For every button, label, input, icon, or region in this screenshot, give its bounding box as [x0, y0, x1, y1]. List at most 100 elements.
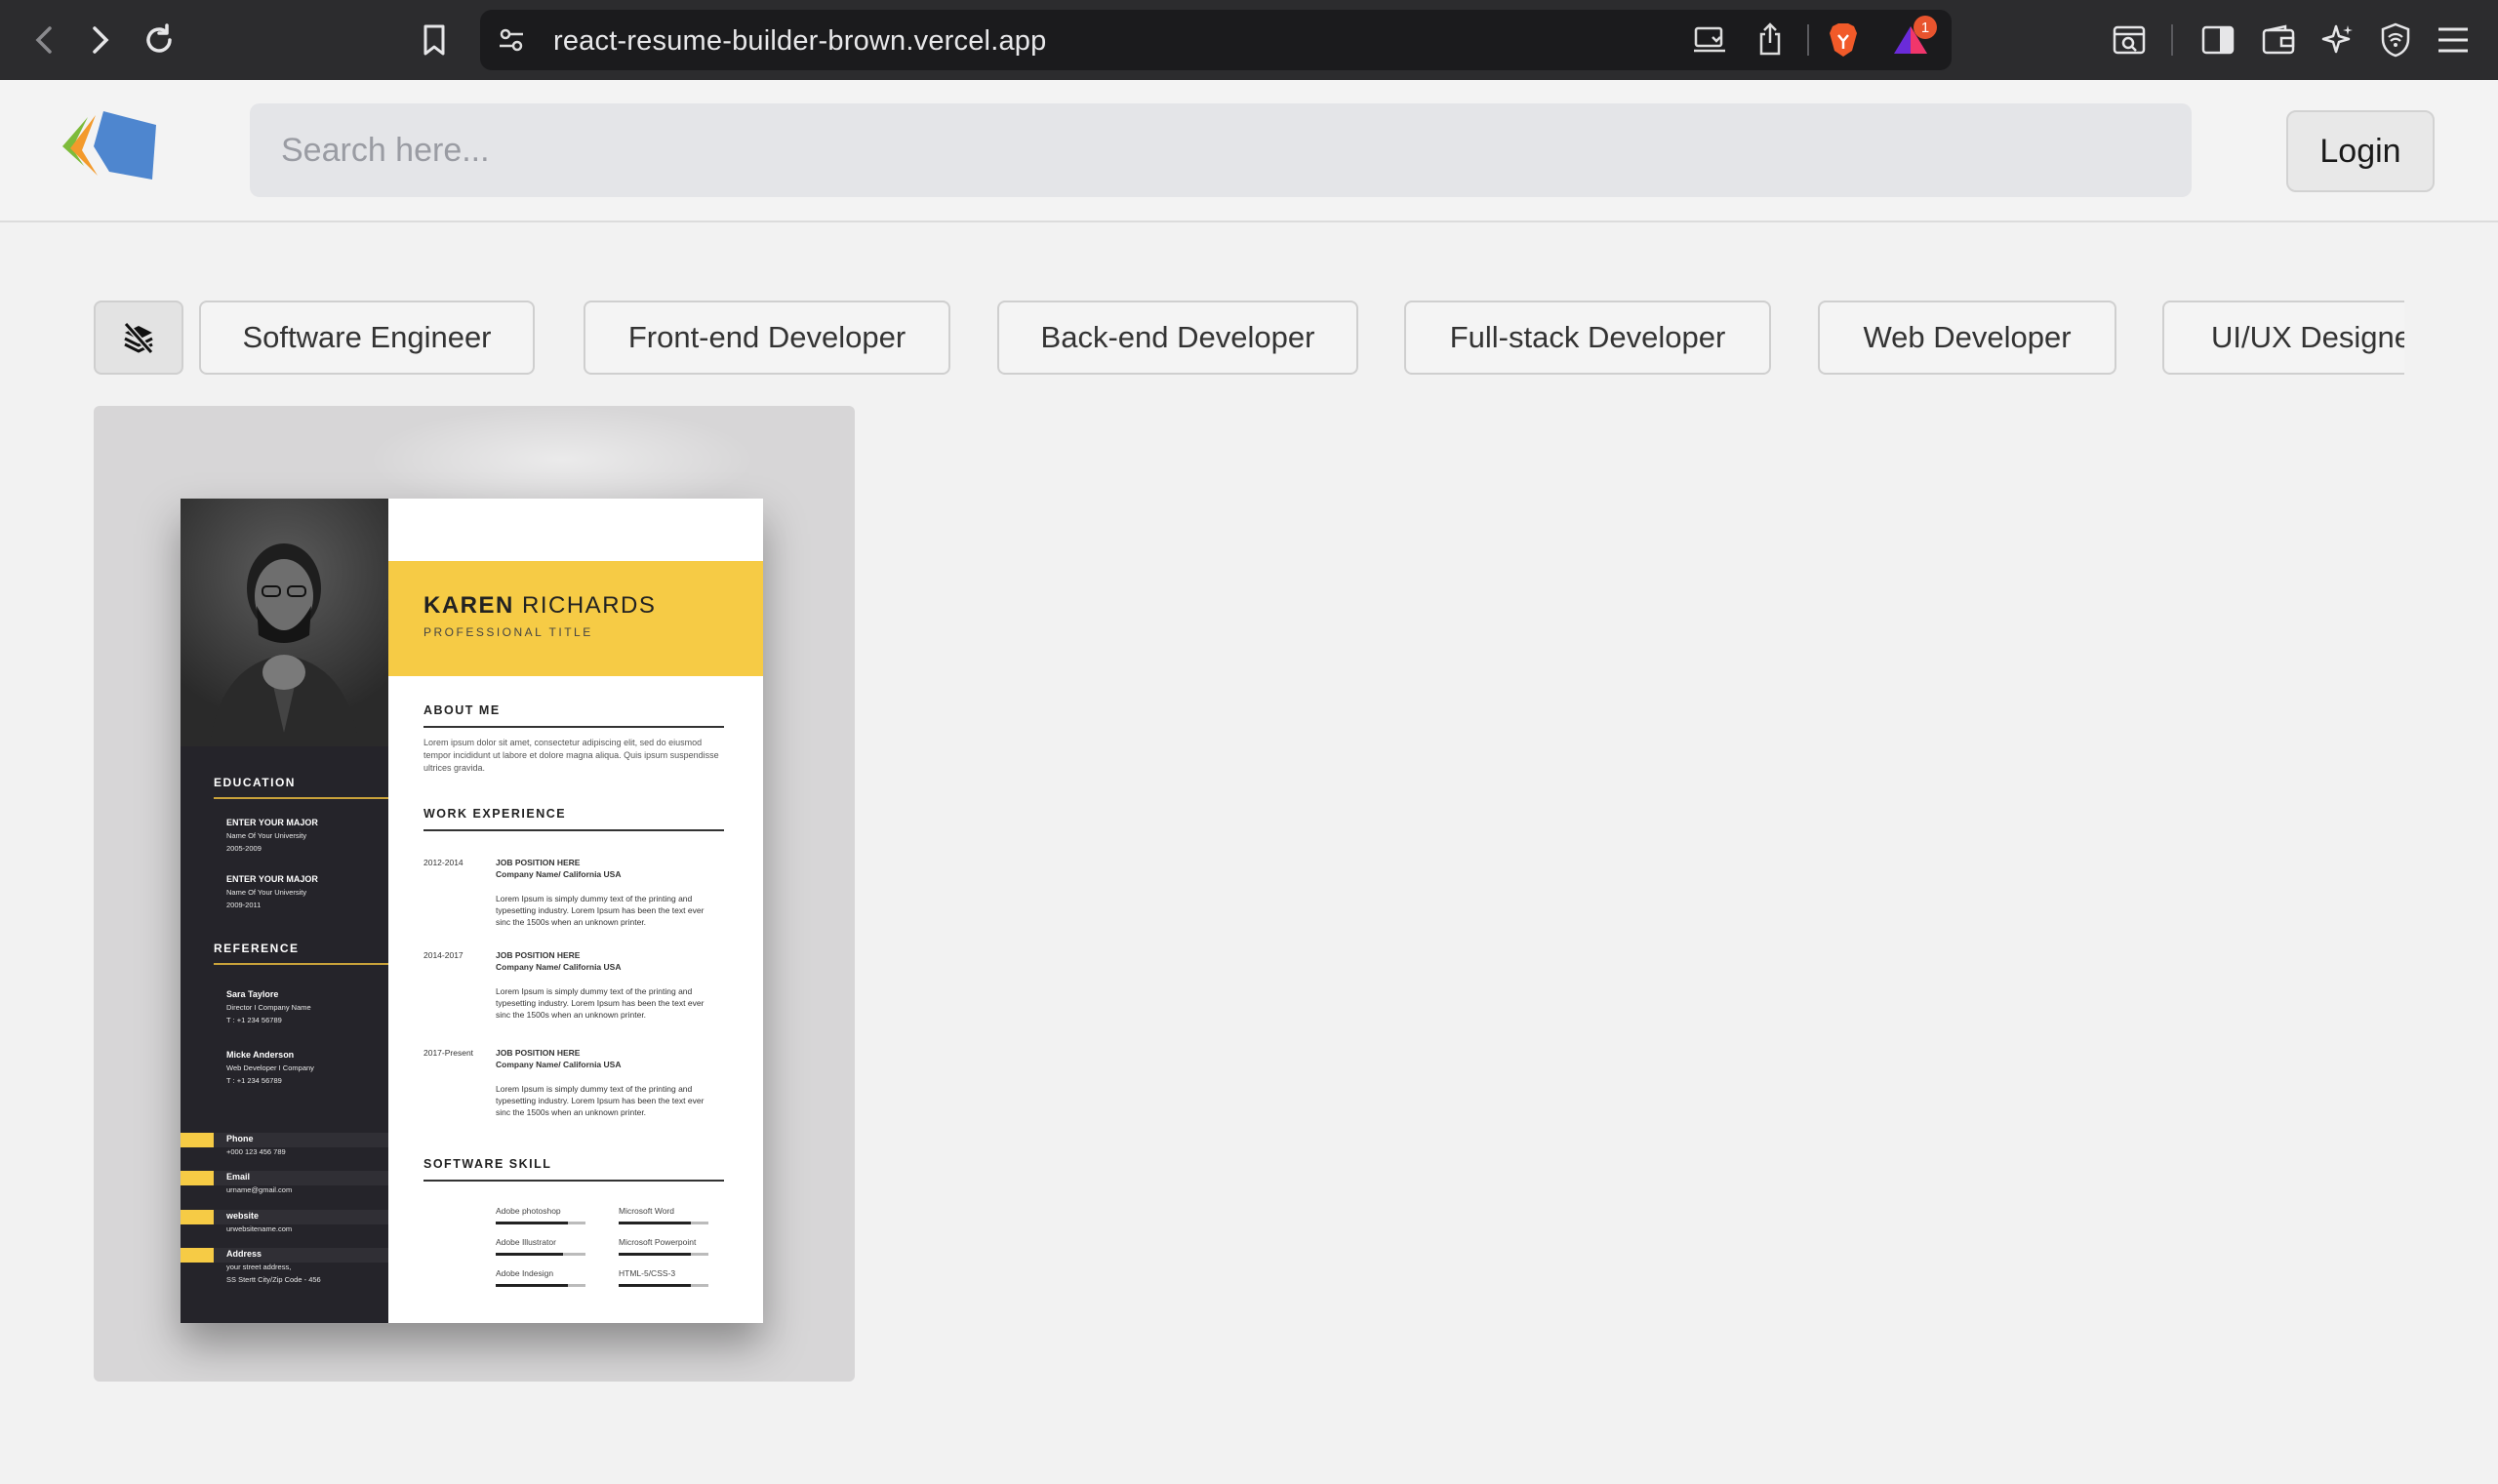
name-banner: KAREN RICHARDS PROFESSIONAL TITLE [388, 561, 763, 676]
reference-phone: T : +1 234 56789 [226, 1076, 282, 1085]
education-major: ENTER YOUR MAJOR [226, 818, 318, 827]
contact-value: SS Stertt City/Zip Code - 456 [226, 1275, 321, 1284]
filter-back-end-developer[interactable]: Back-end Developer [997, 301, 1358, 375]
contact-marker [181, 1210, 214, 1224]
site-settings-icon [500, 28, 523, 52]
contact-marker [181, 1133, 214, 1147]
back-button[interactable] [21, 18, 66, 62]
brave-shields-icon[interactable] [1827, 21, 1860, 59]
education-major: ENTER YOUR MAJOR [226, 874, 318, 884]
about-text: Lorem ipsum dolor sit amet, consectetur … [423, 738, 719, 773]
skill-level-bar [496, 1222, 568, 1224]
template-card[interactable]: EDUCATION ENTER YOUR MAJOR Name Of Your … [94, 406, 855, 1382]
wallet-icon[interactable] [2262, 24, 2295, 56]
job-position: JOB POSITION HERE [496, 858, 581, 867]
category-filters: Software Engineer Front-end Developer Ba… [94, 301, 2404, 377]
skill-divider [423, 1180, 724, 1182]
contact-website: website urwebsitename.com [226, 1210, 292, 1235]
toolbar-separator [2171, 24, 2173, 56]
job-description: Lorem Ipsum is simply dummy text of the … [496, 894, 705, 927]
contact-value: urname@gmail.com [226, 1185, 293, 1194]
reload-icon [146, 23, 172, 53]
resume-preview: EDUCATION ENTER YOUR MAJOR Name Of Your … [181, 499, 763, 1323]
contact-phone: Phone +000 123 456 789 [226, 1133, 286, 1158]
filter-full-stack-developer[interactable]: Full-stack Developer [1404, 301, 1771, 375]
clear-filter-button[interactable] [94, 301, 183, 375]
bookmark-button[interactable] [412, 18, 457, 62]
filter-software-engineer[interactable]: Software Engineer [199, 301, 535, 375]
toolbar-separator [1807, 24, 1809, 56]
contact-label: Address [226, 1249, 262, 1259]
sidebar-toggle-icon[interactable] [2201, 24, 2235, 56]
contact-email: Email urname@gmail.com [226, 1171, 292, 1196]
skill-name: Adobe Illustrator [496, 1237, 556, 1247]
work-heading: WORK EXPERIENCE [423, 807, 567, 821]
reference-name: Micke Anderson [226, 1050, 295, 1060]
menu-icon[interactable] [2436, 24, 2471, 56]
skill-name: HTML-5/CSS-3 [619, 1268, 676, 1278]
job-company: Company Name/ California USA [496, 962, 622, 972]
reference-heading: REFERENCE [214, 942, 300, 955]
filter-web-developer[interactable]: Web Developer [1818, 301, 2116, 375]
reference-name: Sara Taylore [226, 989, 279, 999]
job-position: JOB POSITION HERE [496, 1048, 581, 1058]
filter-ui-ux-designer[interactable]: UI/UX Designer [2162, 301, 2404, 375]
contact-label: Email [226, 1172, 251, 1182]
resume-sidebar: EDUCATION ENTER YOUR MAJOR Name Of Your … [181, 499, 388, 1323]
share-icon[interactable] [1756, 21, 1784, 57]
reader-mode-icon[interactable] [2112, 23, 2147, 57]
chevron-right-icon [93, 26, 109, 54]
reference-phone: T : +1 234 56789 [226, 1016, 282, 1024]
about-heading: ABOUT ME [423, 703, 501, 717]
reference-entry: Micke Anderson Web Developer I Company T… [226, 1049, 314, 1087]
education-years: 2005-2009 [226, 844, 262, 853]
job-description: Lorem Ipsum is simply dummy text of the … [496, 1084, 705, 1117]
leo-ai-icon[interactable] [2320, 22, 2356, 58]
reference-role: Web Developer I Company [226, 1063, 314, 1072]
job-position: JOB POSITION HERE [496, 950, 581, 960]
first-name: KAREN [423, 592, 514, 619]
app-header: Login [0, 80, 2498, 222]
resume-main: KAREN RICHARDS PROFESSIONAL TITLE ABOUT … [388, 499, 763, 1323]
app-logo[interactable] [59, 107, 162, 191]
reference-divider [214, 963, 388, 965]
professional-title: PROFESSIONAL TITLE [423, 625, 593, 639]
search-input[interactable] [250, 103, 2192, 197]
education-entry: ENTER YOUR MAJOR Name Of Your University… [226, 873, 318, 911]
card-background-glow [367, 406, 757, 513]
job-description: Lorem Ipsum is simply dummy text of the … [496, 986, 705, 1020]
skill-level-bar [619, 1222, 691, 1224]
contact-address: Address your street address, SS Stertt C… [226, 1248, 321, 1286]
address-bar[interactable]: react-resume-builder-brown.vercel.app 1 [480, 10, 1952, 70]
education-years: 2009-2011 [226, 901, 262, 909]
url-text: react-resume-builder-brown.vercel.app [553, 25, 1047, 57]
skill-level-bar [496, 1284, 568, 1287]
skill-level-bar [496, 1253, 563, 1256]
contact-value: +000 123 456 789 [226, 1147, 286, 1156]
install-app-icon[interactable] [1693, 25, 1726, 55]
login-button[interactable]: Login [2286, 110, 2435, 192]
reload-button[interactable] [137, 18, 181, 62]
vpn-shield-icon[interactable] [2379, 21, 2412, 59]
filter-front-end-developer[interactable]: Front-end Developer [584, 301, 950, 375]
skill-level-bar [619, 1253, 691, 1256]
education-school: Name Of Your University [226, 831, 307, 840]
job-entry: JOB POSITION HERE Company Name/ Californ… [496, 857, 710, 880]
contact-value: your street address, [226, 1263, 292, 1271]
resume-name: KAREN RICHARDS [423, 592, 656, 620]
skill-name: Microsoft Powerpoint [619, 1237, 697, 1247]
education-school: Name Of Your University [226, 888, 307, 897]
contact-marker [181, 1171, 214, 1185]
person-silhouette-icon [210, 543, 359, 746]
job-company: Company Name/ California USA [496, 869, 622, 879]
reference-role: Director I Company Name [226, 1003, 311, 1012]
work-divider [423, 829, 724, 831]
forward-button[interactable] [78, 18, 123, 62]
about-divider [423, 726, 724, 728]
skill-heading: SOFTWARE SKILL [423, 1157, 552, 1171]
skill-name: Microsoft Word [619, 1206, 674, 1216]
contact-marker [181, 1248, 214, 1263]
education-entry: ENTER YOUR MAJOR Name Of Your University… [226, 817, 318, 855]
profile-photo [181, 499, 388, 746]
bookmark-icon [423, 24, 445, 56]
